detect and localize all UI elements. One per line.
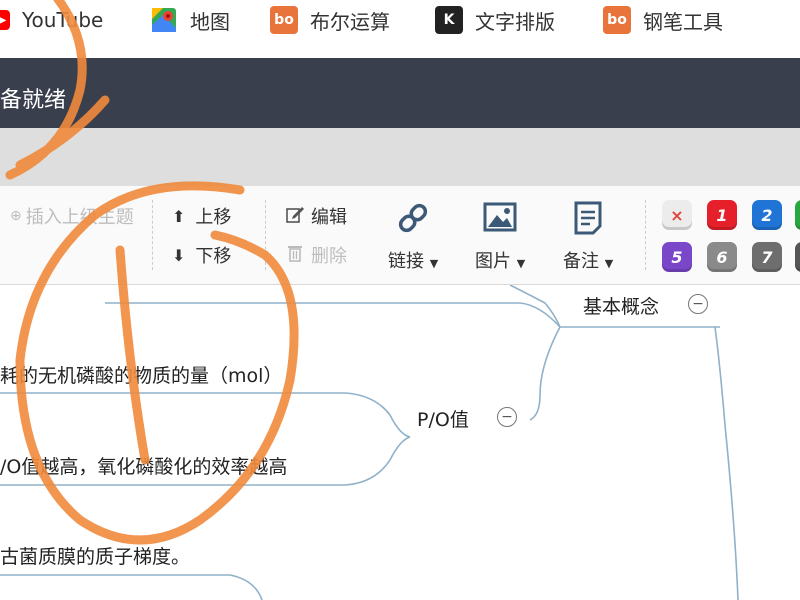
priority-5-icon[interactable]: 5 — [662, 242, 692, 272]
note-label: 备注 — [563, 251, 599, 272]
collapse-icon[interactable]: − — [497, 407, 517, 427]
google-maps-icon — [150, 6, 178, 34]
note-icon — [570, 200, 606, 241]
toolbar-separator — [265, 200, 267, 270]
bookmark-pen[interactable]: bo 钢笔工具 — [603, 0, 723, 40]
delete-button[interactable]: 删除 — [285, 242, 347, 268]
priority-6-icon[interactable]: 6 — [707, 242, 737, 272]
move-up-label: 上移 — [195, 207, 232, 228]
bookmark-boolean[interactable]: bo 布尔运算 — [270, 0, 390, 40]
priority-2-icon[interactable]: 2 — [752, 200, 782, 230]
bookmark-label: 文字排版 — [475, 9, 555, 34]
insert-parent-label: 插入上级主题 — [25, 207, 134, 228]
boardmix-icon: bo — [270, 6, 298, 34]
bookmark-label: YouTube — [22, 8, 104, 32]
topic-text-3[interactable]: 古菌质膜的质子梯度。 — [0, 542, 190, 569]
collapse-icon[interactable]: − — [688, 294, 708, 314]
toolbar-separator — [645, 200, 647, 270]
image-button[interactable]: 图片 ▼ — [475, 200, 525, 273]
image-label: 图片 — [475, 251, 511, 272]
topic-text-1[interactable]: 耗的无机磷酸的物质的量（mol） — [0, 361, 282, 388]
bookmarks-bar: ▶ YouTube 地图 bo 布尔运算 K 文字排版 bo 钢笔工具 — [0, 0, 800, 58]
priority-remove-icon[interactable]: × — [662, 200, 692, 230]
priority-3-icon[interactable] — [795, 200, 800, 230]
toolbar-separator — [152, 200, 154, 270]
bookmark-youtube[interactable]: ▶ YouTube — [0, 0, 103, 40]
caret-down-icon: ▼ — [429, 257, 439, 270]
move-up-button[interactable]: ⬆ 上移 — [172, 203, 231, 229]
edit-label: 编辑 — [311, 207, 347, 228]
status-text: 备就绪 — [0, 88, 67, 113]
note-button[interactable]: 备注 ▼ — [563, 200, 613, 273]
caret-down-icon: ▼ — [516, 257, 526, 270]
image-icon — [482, 200, 518, 241]
arrow-down-icon: ⬇ — [172, 245, 186, 265]
arrow-up-icon: ⬆ — [172, 206, 186, 226]
priority-1-icon[interactable]: 1 — [707, 200, 737, 230]
mindmap-canvas: 基本概念 − P/O值 − 耗的无机磷酸的物质的量（mol） /O值越高，氧化磷… — [0, 285, 800, 600]
k-icon: K — [435, 6, 463, 34]
topic-basic-concept[interactable]: 基本概念 — [583, 292, 659, 319]
link-label: 链接 — [388, 251, 424, 272]
caret-down-icon: ▼ — [604, 257, 614, 270]
bookmark-label: 地图 — [190, 9, 230, 34]
boardmix-icon: bo — [603, 6, 631, 34]
bookmark-maps[interactable]: 地图 — [150, 0, 230, 40]
topic-text-2[interactable]: /O值越高，氧化磷酸化的效率越高 — [0, 452, 287, 479]
youtube-icon: ▶ — [0, 10, 10, 30]
plus-icon: ⊕ — [10, 208, 22, 224]
move-down-button[interactable]: ⬇ 下移 — [172, 242, 231, 268]
trash-icon — [285, 243, 305, 268]
bookmark-typeset[interactable]: K 文字排版 — [435, 0, 555, 40]
status-bar — [0, 58, 800, 128]
pencil-icon — [285, 204, 305, 229]
priority-8-icon[interactable] — [795, 242, 800, 272]
bookmark-label: 钢笔工具 — [643, 9, 723, 34]
priority-7-icon[interactable]: 7 — [752, 242, 782, 272]
edit-button[interactable]: 编辑 — [285, 203, 347, 229]
link-button[interactable]: 链接 ▼ — [388, 200, 438, 273]
bookmark-label: 布尔运算 — [310, 9, 390, 34]
link-icon — [395, 200, 431, 241]
delete-label: 删除 — [311, 246, 347, 267]
move-down-label: 下移 — [195, 246, 232, 267]
insert-parent-topic-button[interactable]: ⊕ 插入上级主题 — [10, 203, 134, 229]
topic-po-ratio[interactable]: P/O值 — [417, 405, 469, 432]
toolbar-tabs-area — [0, 128, 800, 186]
